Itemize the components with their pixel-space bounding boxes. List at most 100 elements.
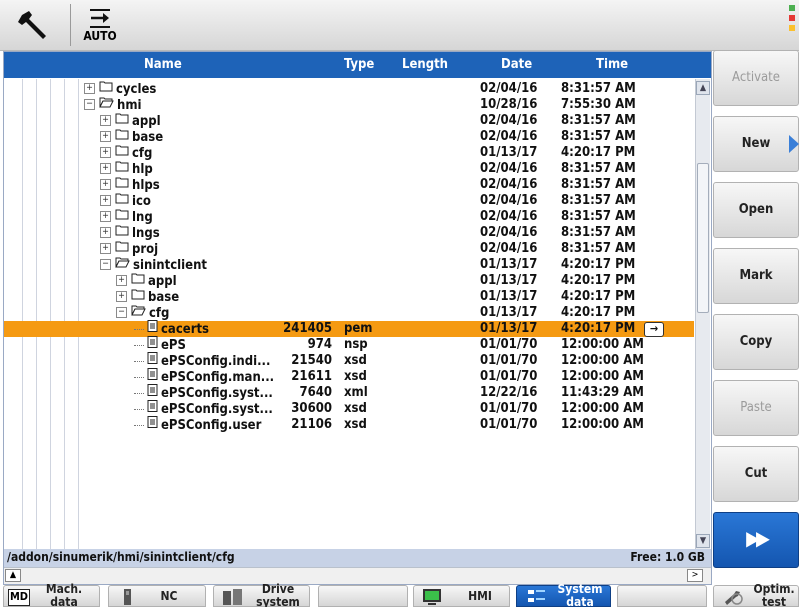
mach-data-label-1: Mach. [45,582,83,596]
folder-row[interactable]: + lngs 02/04/16 8:31:57 AM [4,225,694,241]
copy-button[interactable]: Copy [713,314,799,370]
expand-icon[interactable]: + [100,131,111,142]
folder-row[interactable]: − sinintclient 01/13/17 4:20:17 PM [4,257,694,273]
column-header-time[interactable]: Time [596,57,628,72]
auto-mode-indicator[interactable]: AUTO [80,7,120,45]
folder-row[interactable]: + proj 02/04/16 8:31:57 AM [4,241,694,257]
hmi-button[interactable]: HMI [413,585,510,607]
optim-test-button[interactable]: Optim. test [713,583,799,607]
system-data-button[interactable]: System data [516,583,611,607]
empty-bottom-softkey[interactable] [318,585,408,607]
vertical-scrollbar[interactable]: ▲ ▼ [695,79,710,549]
row-time: 12:00:00 AM [561,337,644,352]
row-type: pem [344,321,373,336]
column-header-name[interactable]: Name [144,57,182,72]
wrench-icon[interactable] [16,9,60,41]
top-status-bar: AUTO [0,0,799,51]
folder-row[interactable]: + base 01/13/17 4:20:17 PM [4,289,694,305]
activate-button[interactable]: Activate [713,50,799,106]
scroll-left-icon[interactable]: ▲ [5,569,21,582]
folder-icon [115,208,129,225]
expand-icon[interactable]: + [116,275,127,286]
expand-icon[interactable]: + [84,83,95,94]
mark-button[interactable]: Mark [713,248,799,304]
folder-row[interactable]: + ico 02/04/16 8:31:57 AM [4,193,694,209]
folder-icon [115,224,129,241]
file-row[interactable]: ePS nsp 974 01/01/70 12:00:00 AM [4,336,694,353]
current-path: /addon/sinumerik/hmi/sinintclient/cfg [7,550,235,564]
row-date: 02/04/16 [480,113,538,128]
row-name-cell: + appl [116,273,177,290]
row-type: xml [344,385,368,400]
folder-row[interactable]: + appl 01/13/17 4:20:17 PM [4,273,694,289]
cut-button-label: Cut [744,466,768,481]
activate-button-label: Activate [732,70,780,85]
copy-button-label: Copy [739,334,773,349]
folder-row[interactable]: + hlps 02/04/16 8:31:57 AM [4,177,694,193]
scrollbar-thumb[interactable] [697,163,709,313]
row-length: 30600 [291,401,332,416]
expand-icon[interactable]: + [100,195,111,206]
scroll-right-icon[interactable]: > [687,569,703,582]
expand-icon[interactable]: + [100,163,111,174]
file-row[interactable]: cacerts pem 241405 01/13/17 4:20:17 PM → [4,320,694,337]
new-button[interactable]: New [713,116,799,172]
cut-button[interactable]: Cut [713,446,799,502]
md-badge-icon: MD [8,589,30,606]
folder-icon [115,144,129,161]
folder-row[interactable]: + base 02/04/16 8:31:57 AM [4,129,694,145]
expand-icon[interactable]: + [100,147,111,158]
open-button[interactable]: Open [713,182,799,238]
expand-icon[interactable]: + [100,211,111,222]
row-name-text: ePSConfig.man... [161,370,275,385]
folder-row[interactable]: + cycles 02/04/16 8:31:57 AM [4,81,694,97]
row-time: 8:31:57 AM [561,209,636,224]
paste-button[interactable]: Paste [713,380,799,436]
collapse-icon[interactable]: − [116,307,127,318]
expand-icon[interactable]: + [116,291,127,302]
hmi-label: HMI [468,589,492,603]
collapse-icon[interactable]: − [100,259,111,270]
row-name-text: ePSConfig.syst... [161,402,273,417]
column-header-date[interactable]: Date [501,57,532,72]
horizontal-scrollbar[interactable]: ▲ > [4,567,711,584]
selection-arrow-icon: → [644,322,664,337]
monitor-icon [423,589,441,605]
row-name-text: base [148,290,180,305]
row-date: 01/01/70 [480,369,538,384]
folder-row[interactable]: − hmi 10/28/16 7:55:30 AM [4,97,694,113]
nc-button[interactable]: NC [108,585,206,607]
drive-system-button[interactable]: Drive system [213,583,310,607]
row-name-text: hlp [132,162,153,177]
row-time: 8:31:57 AM [561,177,636,192]
row-time: 7:55:30 AM [561,97,636,112]
collapse-icon[interactable]: − [84,99,95,110]
folder-row[interactable]: − cfg 01/13/17 4:20:17 PM [4,305,694,321]
mach-data-button[interactable]: MD Mach. data [3,582,100,607]
scroll-up-icon[interactable]: ▲ [696,81,710,95]
column-header-length[interactable]: Length [402,57,448,72]
expand-icon[interactable]: + [100,179,111,190]
row-date: 01/01/70 [480,353,538,368]
row-name-text: ePS [161,338,186,353]
file-row[interactable]: ePSConfig.indi... xsd 21540 01/01/70 12:00:0… [4,352,694,369]
file-row[interactable]: ePSConfig.man... xsd 21611 01/01/70 12:00:00… [4,368,694,385]
scroll-down-icon[interactable]: ▼ [696,534,710,548]
expand-icon[interactable]: + [100,115,111,126]
empty-bottom-softkey-2[interactable] [617,585,707,607]
next-softkeys-button[interactable]: ▶▶ [713,512,799,568]
row-length: 21540 [291,353,332,368]
row-date: 01/01/70 [480,401,538,416]
column-header-type[interactable]: Type [344,57,374,72]
expand-icon[interactable]: + [100,227,111,238]
open-button-label: Open [738,202,774,217]
file-row[interactable]: ePSConfig.syst... xml 7640 12/22/16 11:43:29… [4,384,694,401]
file-icon [147,352,158,369]
file-row[interactable]: ePSConfig.user xsd 21106 01/01/70 12:00:00 A… [4,416,694,433]
folder-row[interactable]: + cfg 01/13/17 4:20:17 PM [4,145,694,161]
file-row[interactable]: ePSConfig.syst... xsd 30600 01/01/70 12:00:0… [4,400,694,417]
folder-row[interactable]: + appl 02/04/16 8:31:57 AM [4,113,694,129]
folder-row[interactable]: + lng 02/04/16 8:31:57 AM [4,209,694,225]
folder-row[interactable]: + hlp 02/04/16 8:31:57 AM [4,161,694,177]
expand-icon[interactable]: + [100,243,111,254]
